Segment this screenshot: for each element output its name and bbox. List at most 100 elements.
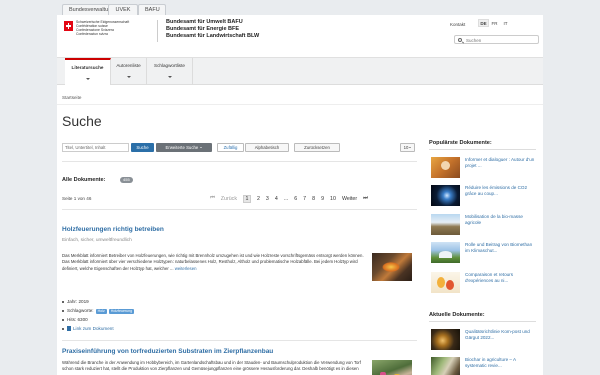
lang-fr[interactable]: FR [489,19,500,27]
chevron-down-icon [126,76,131,78]
doc-title[interactable]: Biochar in agriculture – A systematic re… [465,357,535,369]
keywords-label: Schlagworte: [67,308,94,313]
result-keywords: Schlagworte: Holz Holzfeuerung [62,308,135,314]
divider [429,321,536,322]
result-thumbnail[interactable] [372,253,412,281]
language-switcher: DE FR IT [478,19,511,27]
recent-doc-item[interactable]: Biochar in agriculture – A systematic re… [429,354,536,375]
fedbar-tab-uvek[interactable]: UVEK [108,4,138,15]
alphabetical-sort-button[interactable]: Alphabetisch [245,143,289,152]
doc-thumbnail[interactable] [431,242,460,263]
result-year: Jahr: 2019 [62,299,89,304]
result-document-link[interactable]: Link zum Dokument [62,326,114,332]
page-link[interactable]: 1 [242,194,251,203]
bullet-icon [62,309,64,312]
nav-tab-label: Schlagwortliste [154,63,185,68]
result-thumbnail[interactable] [372,360,412,375]
nav-tab-autorenliste[interactable]: Autorenliste [111,58,147,85]
divider [62,209,417,210]
nav-tab-literatursuche[interactable]: Literatursuche [65,58,111,85]
result-description: Während die Branche in der Anwendung im … [62,360,361,372]
result-hits: Hits: 6300 [62,317,88,322]
result-hits-text: Hits: 6300 [67,317,88,322]
nav-tab-label: Literatursuche [71,65,104,70]
fedbar-tab-bundesverwaltung[interactable]: Bundesverwaltung [62,4,114,15]
confederation-names: Schweizerische Eidgenossenschaft Confédé… [76,20,136,36]
office-bafu: Bundesamt für Umwelt BAFU [166,19,243,25]
keyword-tag[interactable]: Holz [95,309,107,314]
page-link[interactable]: 9 [321,196,324,202]
doc-thumbnail[interactable] [431,272,460,293]
lang-de[interactable]: DE [478,19,489,27]
popular-doc-item[interactable]: Comparaison et retours d'expériences au … [429,269,536,297]
result-subtitle: Einfach, sicher, umweltfreundlich [62,238,132,243]
document-link-label[interactable]: Link zum Dokument [73,326,114,331]
page-link[interactable]: 3 [266,196,269,202]
popular-doc-item[interactable]: Réduire les émissions de CO2 grâce au co… [429,182,536,210]
search-icon[interactable] [458,37,462,42]
federal-top-bar: Bundesverwaltung UVEK BAFU [0,0,600,15]
keyword-tag[interactable]: Holzfeuerung [108,309,135,314]
breadcrumb[interactable]: Startseite [62,95,81,100]
page-link[interactable]: 10 [330,196,336,202]
page-size-select[interactable]: 10 [400,143,415,152]
random-sort-button[interactable]: Zufällig [217,143,244,152]
header-search [454,35,539,44]
chevron-down-icon [167,76,172,78]
office-names: Bundesamt für Umwelt BAFU Bundesamt für … [166,19,259,40]
doc-thumbnail[interactable] [431,329,460,350]
next-page-button[interactable]: Weiter [342,196,357,202]
search-input[interactable]: Titel, Untertitel, Inhalt [62,143,129,152]
doc-title[interactable]: Comparaison et retours d'expériences au … [465,272,535,284]
doc-title[interactable]: Mobilisation de la bio-masse agricole [465,214,535,226]
office-bfe: Bundesamt für Energie BFE [166,26,240,32]
recent-doc-item[interactable]: Qualitätsrichtlinie Kom-post und Gärgut … [429,326,536,354]
bullet-icon [62,318,64,321]
header-divider [157,20,158,42]
page-link[interactable]: 6 [294,196,297,202]
result-title[interactable]: Holzfeuerungen richtig betreiben [62,226,164,233]
popular-doc-item[interactable]: Informer et dialoguer : Autour d'un proj… [429,154,536,182]
read-more-link[interactable]: weiterlesen [175,266,197,271]
caret-down-icon [200,147,203,149]
lang-it[interactable]: IT [500,19,511,27]
nav-tab-label: Autorenliste [116,63,141,68]
main-nav: Literatursuche Autorenliste Schlagwortli… [57,58,543,85]
fedbar-tab-bafu[interactable]: BAFU [138,4,166,15]
first-page-icon[interactable]: ⏮ [210,195,215,202]
office-blw: Bundesamt für Landwirtschaft BLW [166,33,260,39]
doc-thumbnail[interactable] [431,214,460,235]
page-size-value: 10 [403,145,409,150]
doc-title[interactable]: Rolle und Beitrag von Biomethan im Klima… [465,242,535,254]
doc-thumbnail[interactable] [431,357,460,375]
page-link[interactable]: 8 [312,196,315,202]
prev-page-button[interactable]: Zurück [221,196,237,202]
popular-doc-item[interactable]: Rolle und Beitrag von Biomethan im Klima… [429,239,536,267]
caret-down-icon [409,147,412,149]
page-link[interactable]: 4 [275,196,278,202]
advanced-search-label: Erweiterte Suche [165,145,199,150]
doc-title[interactable]: Réduire les émissions de CO2 grâce au co… [465,185,535,197]
reset-button[interactable]: Zurücksetzen [294,143,340,152]
chevron-down-icon [85,78,90,80]
nav-tab-schlagwortliste[interactable]: Schlagwortliste [147,58,193,85]
search-button[interactable]: Suche [131,143,154,152]
page-link[interactable]: 2 [257,196,260,202]
last-page-icon[interactable]: ⏭ [363,195,368,202]
header-search-input[interactable] [466,36,536,44]
result-title[interactable]: Praxiseinführung von torfreduzierten Sub… [62,348,273,355]
doc-title[interactable]: Informer et dialoguer : Autour d'un proj… [465,157,535,169]
divider [429,149,536,150]
swiss-flag-logo-icon[interactable] [64,21,73,31]
contact-link[interactable]: Kontakt [450,22,465,27]
results-heading: Alle Dokumente: [62,177,106,183]
doc-thumbnail[interactable] [431,185,460,206]
advanced-search-button[interactable]: Erweiterte Suche [156,143,212,152]
bullet-icon [62,300,64,303]
doc-thumbnail[interactable] [431,157,460,178]
popular-doc-item[interactable]: Mobilisation de la bio-masse agricole [429,211,536,239]
doc-title[interactable]: Qualitätsrichtlinie Kom-post und Gärgut … [465,329,535,341]
bullet-icon [62,327,64,330]
page-link[interactable]: 7 [303,196,306,202]
document-icon [67,326,71,332]
